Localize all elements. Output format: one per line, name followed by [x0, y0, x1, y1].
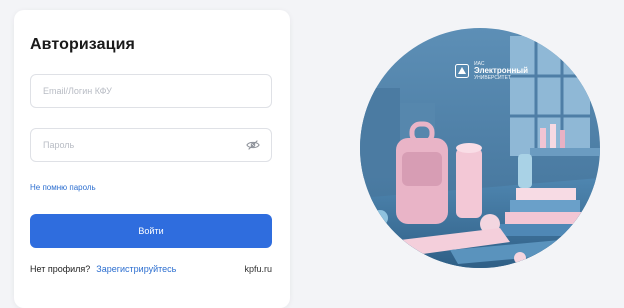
page-title: Авторизация [30, 36, 135, 53]
kpfu-emblem-icon [455, 64, 469, 79]
password-field-wrapper [30, 128, 272, 162]
eye-slash-icon[interactable] [246, 139, 260, 151]
signup-row: Нет профиля? Зарегистрируйтесь kpfu.ru [30, 264, 272, 274]
login-card: Авторизация Не помню пароль Войти Нет пр… [14, 10, 290, 308]
login-button[interactable]: Войти [30, 214, 272, 248]
register-link[interactable]: Зарегистрируйтесь [96, 264, 176, 274]
brand-text: ИАС Электронный УНИВЕРСИТЕТ [474, 61, 528, 81]
no-profile-text: Нет профиля? [30, 264, 91, 274]
site-link[interactable]: kpfu.ru [244, 264, 272, 274]
email-field[interactable] [30, 74, 272, 108]
forgot-password-link[interactable]: Не помню пароль [30, 183, 96, 192]
brand-small-top: ИАС [474, 61, 485, 67]
brand-small-bottom: УНИВЕРСИТЕТ [474, 74, 511, 81]
password-field[interactable] [30, 128, 272, 162]
brand-logo: ИАС Электронный УНИВЕРСИТЕТ [455, 61, 528, 81]
